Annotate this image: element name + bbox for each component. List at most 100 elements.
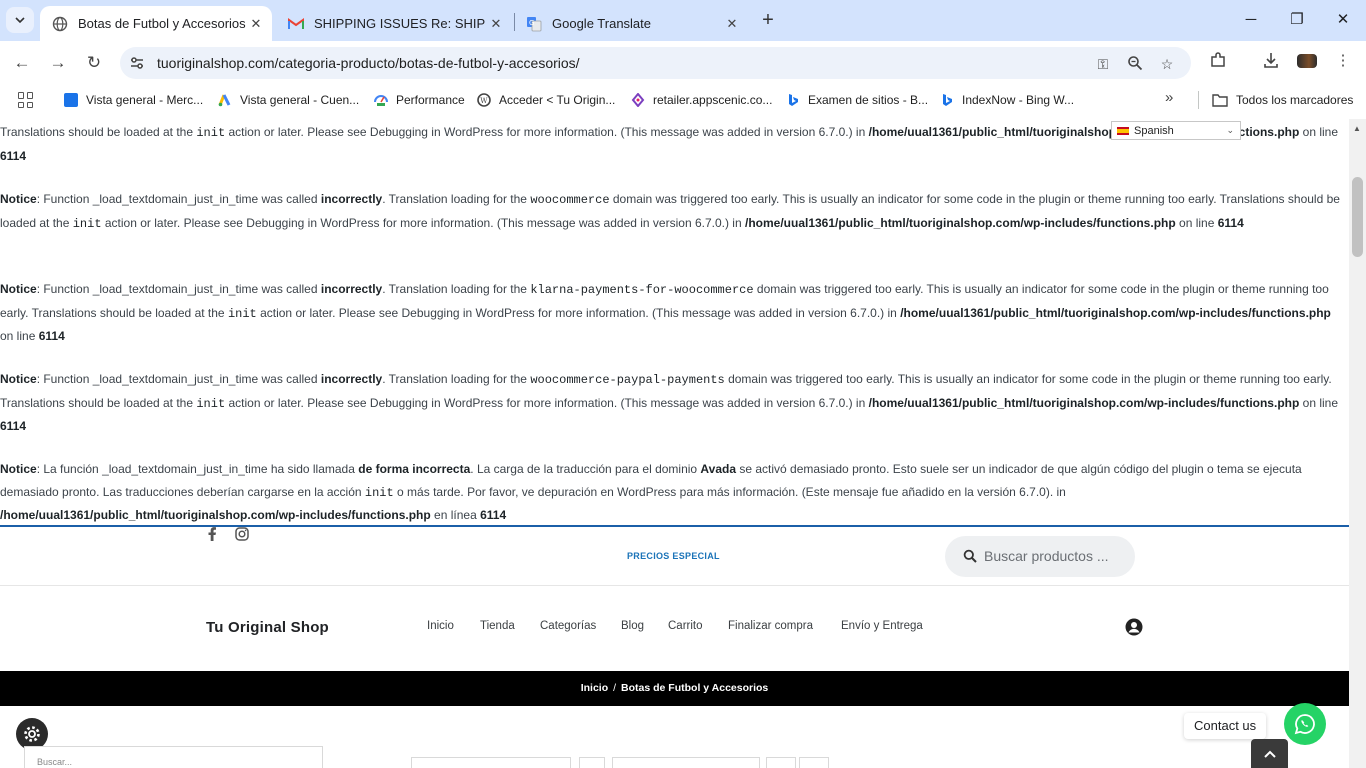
bookmark-item[interactable]: Vista general - Merc... xyxy=(64,91,203,109)
browser-tab-bar: Botas de Futbol y Accesorios ar ✕ SHIPPI… xyxy=(0,0,1366,41)
header-accent-line xyxy=(0,525,1349,527)
globe-icon xyxy=(52,16,68,32)
bookmark-label: Todos los marcadores xyxy=(1236,93,1354,107)
tab-title: Botas de Futbol y Accesorios ar xyxy=(78,16,246,31)
close-icon[interactable]: ✕ xyxy=(246,16,266,32)
sort-direction-button[interactable] xyxy=(579,757,605,768)
new-tab-button[interactable]: + xyxy=(756,9,780,33)
breadcrumb-home[interactable]: Inicio xyxy=(581,682,608,694)
zoom-icon[interactable] xyxy=(1126,55,1144,73)
profile-avatar[interactable] xyxy=(1297,54,1317,68)
orderby-select[interactable] xyxy=(411,757,571,768)
back-button[interactable]: ← xyxy=(8,49,36,77)
contact-us-label[interactable]: Contact us xyxy=(1184,713,1267,739)
close-icon[interactable]: ✕ xyxy=(486,16,506,32)
google-translate-icon: G xyxy=(526,16,542,32)
bookmark-item[interactable]: Examen de sitios - B... xyxy=(786,91,928,109)
promo-text[interactable]: PRECIOS ESPECIAL xyxy=(627,551,720,561)
extensions-icon[interactable] xyxy=(1208,51,1228,71)
scrollbar-thumb[interactable] xyxy=(1352,177,1363,257)
appscenic-icon xyxy=(631,93,645,107)
nav-item-inicio[interactable]: Inicio xyxy=(427,620,454,632)
url-text: tuoriginalshop.com/categoria-producto/bo… xyxy=(157,55,580,71)
tab-botas-de-futbol[interactable]: Botas de Futbol y Accesorios ar ✕ xyxy=(40,6,272,41)
bing-icon xyxy=(789,94,798,106)
bookmark-item[interactable]: retailer.appscenic.co... xyxy=(631,91,772,109)
spain-flag-icon xyxy=(1117,126,1129,135)
bookmark-label: Examen de sitios - B... xyxy=(808,93,929,107)
apps-grid-icon[interactable] xyxy=(18,92,34,108)
bookmark-item[interactable]: Performance xyxy=(374,91,465,109)
close-window-button[interactable]: ✕ xyxy=(1328,8,1358,32)
notice-item: Notice: La función _load_textdomain_just… xyxy=(0,462,1302,522)
star-icon[interactable]: ☆ xyxy=(1158,55,1176,73)
bookmark-item[interactable]: IndexNow - Bing W... xyxy=(940,91,1074,109)
site-settings-icon[interactable] xyxy=(128,54,146,72)
nav-item-envio-entrega[interactable]: Envío y Entrega xyxy=(841,620,923,632)
tab-title: Google Translate xyxy=(552,16,652,31)
performance-icon xyxy=(374,95,388,106)
language-label: Spanish xyxy=(1134,124,1174,137)
whatsapp-button[interactable] xyxy=(1284,703,1326,745)
bookmark-label: Vista general - Merc... xyxy=(86,93,204,107)
more-bookmarks-icon[interactable]: » xyxy=(1165,89,1173,106)
forward-button[interactable]: → xyxy=(44,49,72,77)
sidebar-search-input[interactable]: Buscar... xyxy=(24,746,323,768)
chevron-down-icon: ⌄ xyxy=(1226,125,1234,135)
bookmark-item[interactable]: Vista general - Cuen... xyxy=(218,91,359,109)
chevron-down-icon xyxy=(15,17,25,24)
nav-item-tienda[interactable]: Tienda xyxy=(480,620,515,632)
nav-item-carrito[interactable]: Carrito xyxy=(668,620,703,632)
sidebar-search-placeholder: Buscar... xyxy=(37,757,73,767)
notice-item: Notice: Function _load_textdomain_just_i… xyxy=(0,192,1340,231)
bookmark-label: Vista general - Cuen... xyxy=(240,93,360,107)
reload-button[interactable]: ↻ xyxy=(80,49,108,77)
nav-item-blog[interactable]: Blog xyxy=(621,620,644,632)
tab-google-translate[interactable]: G Google Translate ✕ xyxy=(514,6,748,41)
page-scrollbar[interactable]: ▲ xyxy=(1349,119,1366,768)
notice-item: Notice: Function _load_textdomain_just_i… xyxy=(0,372,1339,433)
notice-item: Notice: Function _load_textdomain_just_i… xyxy=(0,282,1331,343)
facebook-icon[interactable] xyxy=(207,527,217,544)
product-search-input[interactable]: Buscar productos ... xyxy=(945,536,1135,577)
per-page-select[interactable] xyxy=(612,757,760,768)
address-bar[interactable]: tuoriginalshop.com/categoria-producto/bo… xyxy=(120,47,1191,79)
breadcrumb-current: Botas de Futbol y Accesorios xyxy=(621,682,769,694)
restore-button[interactable]: ❐ xyxy=(1282,8,1312,32)
php-notices: Translations should be loaded at the ini… xyxy=(0,119,1349,526)
close-icon[interactable]: ✕ xyxy=(722,16,742,32)
browser-toolbar: ← → ↻ tuoriginalshop.com/categoria-produ… xyxy=(0,41,1366,85)
grid-view-button[interactable] xyxy=(766,757,796,768)
bing-icon xyxy=(943,94,952,106)
site-logo[interactable]: Tu Original Shop xyxy=(206,619,329,636)
instagram-icon[interactable] xyxy=(235,527,249,544)
tab-shipping-issues[interactable]: SHIPPING ISSUES Re: SHIPPING ✕ xyxy=(276,6,512,41)
svg-text:W: W xyxy=(480,97,488,105)
scroll-up-icon[interactable]: ▲ xyxy=(1353,124,1361,133)
key-icon[interactable]: ⚿ xyxy=(1094,55,1112,73)
download-icon[interactable] xyxy=(1261,51,1281,71)
tab-title: SHIPPING ISSUES Re: SHIPPING xyxy=(314,16,486,31)
user-account-icon[interactable] xyxy=(1125,618,1143,636)
tab-search-button[interactable] xyxy=(6,7,34,33)
nav-item-categorias[interactable]: Categorías xyxy=(540,620,596,632)
all-bookmarks[interactable]: Todos los marcadores xyxy=(1212,91,1353,109)
page-viewport: Translations should be loaded at the ini… xyxy=(0,119,1349,768)
nav-item-finalizar-compra[interactable]: Finalizar compra xyxy=(728,620,813,632)
language-select[interactable]: Spanish ⌄ xyxy=(1111,121,1241,140)
chevron-up-icon xyxy=(1263,750,1276,758)
wordpress-icon: W xyxy=(477,93,491,107)
list-view-button[interactable] xyxy=(799,757,829,768)
merchant-center-icon xyxy=(64,93,78,107)
folder-icon xyxy=(1212,94,1228,107)
google-ads-icon xyxy=(218,94,231,107)
bookmark-label: IndexNow - Bing W... xyxy=(962,93,1075,107)
bookmark-label: Acceder < Tu Origin... xyxy=(499,93,616,107)
scroll-to-top-button[interactable] xyxy=(1251,739,1288,768)
more-menu-icon[interactable]: ⋮ xyxy=(1333,51,1353,71)
whatsapp-icon xyxy=(1294,714,1315,735)
minimize-button[interactable]: ─ xyxy=(1236,8,1266,32)
bookmark-item[interactable]: W Acceder < Tu Origin... xyxy=(477,91,615,109)
bookmark-divider xyxy=(1198,91,1199,109)
bookmark-label: Performance xyxy=(396,93,465,107)
